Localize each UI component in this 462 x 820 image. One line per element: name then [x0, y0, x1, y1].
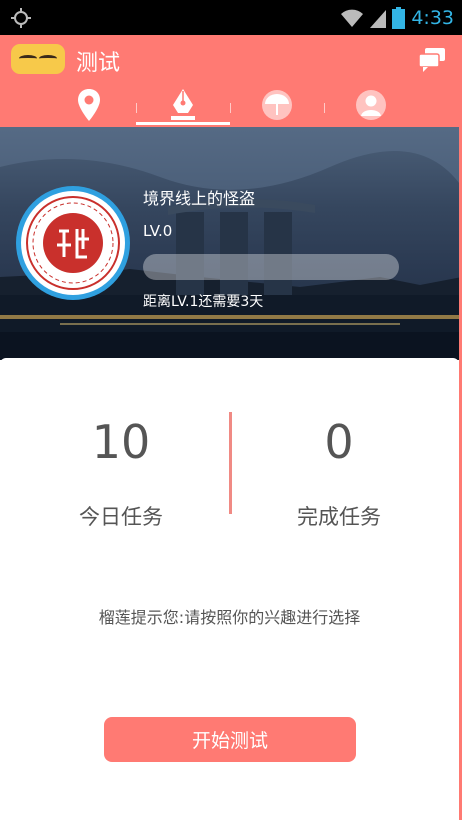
today-tasks-label: 今日任务	[79, 505, 163, 529]
avatar[interactable]	[16, 186, 130, 300]
status-bar: 4:33	[0, 0, 462, 35]
gps-icon	[11, 8, 31, 28]
stats-divider	[229, 412, 232, 514]
status-time: 4:33	[411, 7, 454, 29]
profile-icon	[356, 90, 386, 120]
app-header: 测试	[0, 35, 462, 127]
user-name: 境界线上的怪盗	[143, 189, 256, 208]
today-tasks-stat: 10 今日任务	[21, 419, 221, 531]
today-tasks-value: 10	[91, 415, 151, 469]
avatar-seal-icon	[26, 196, 120, 290]
tab-test[interactable]	[136, 85, 230, 127]
location-pin-icon	[78, 89, 100, 121]
wifi-icon	[341, 9, 364, 27]
umbrella-icon	[262, 90, 292, 120]
start-test-button[interactable]: 开始测试	[104, 717, 356, 762]
completed-tasks-stat: 0 完成任务	[239, 419, 439, 531]
tab-location[interactable]	[42, 85, 136, 127]
pen-nib-icon	[171, 89, 195, 120]
level-progress-bar	[143, 254, 399, 280]
page-title: 测试	[76, 51, 121, 76]
battery-icon	[392, 7, 406, 29]
task-card: 10 今日任务 0 完成任务 榴莲提示您:请按照你的兴趣进行选择 开始测试	[0, 358, 459, 820]
app-logo	[11, 44, 65, 74]
user-level: LV.0	[143, 222, 173, 240]
tab-umbrella[interactable]	[230, 85, 324, 127]
hint-text: 榴莲提示您:请按照你的兴趣进行选择	[98, 608, 361, 627]
completed-tasks-label: 完成任务	[297, 505, 381, 529]
signal-icon	[370, 10, 387, 28]
chat-icon[interactable]	[418, 47, 446, 73]
profile-banner: 境界线上的怪盗 LV.0 距离LV.1还需要3天	[0, 127, 462, 360]
tab-profile[interactable]	[324, 85, 418, 127]
level-remaining-text: 距离LV.1还需要3天	[143, 294, 264, 310]
completed-tasks-value: 0	[324, 415, 354, 469]
tab-bar	[42, 85, 418, 127]
